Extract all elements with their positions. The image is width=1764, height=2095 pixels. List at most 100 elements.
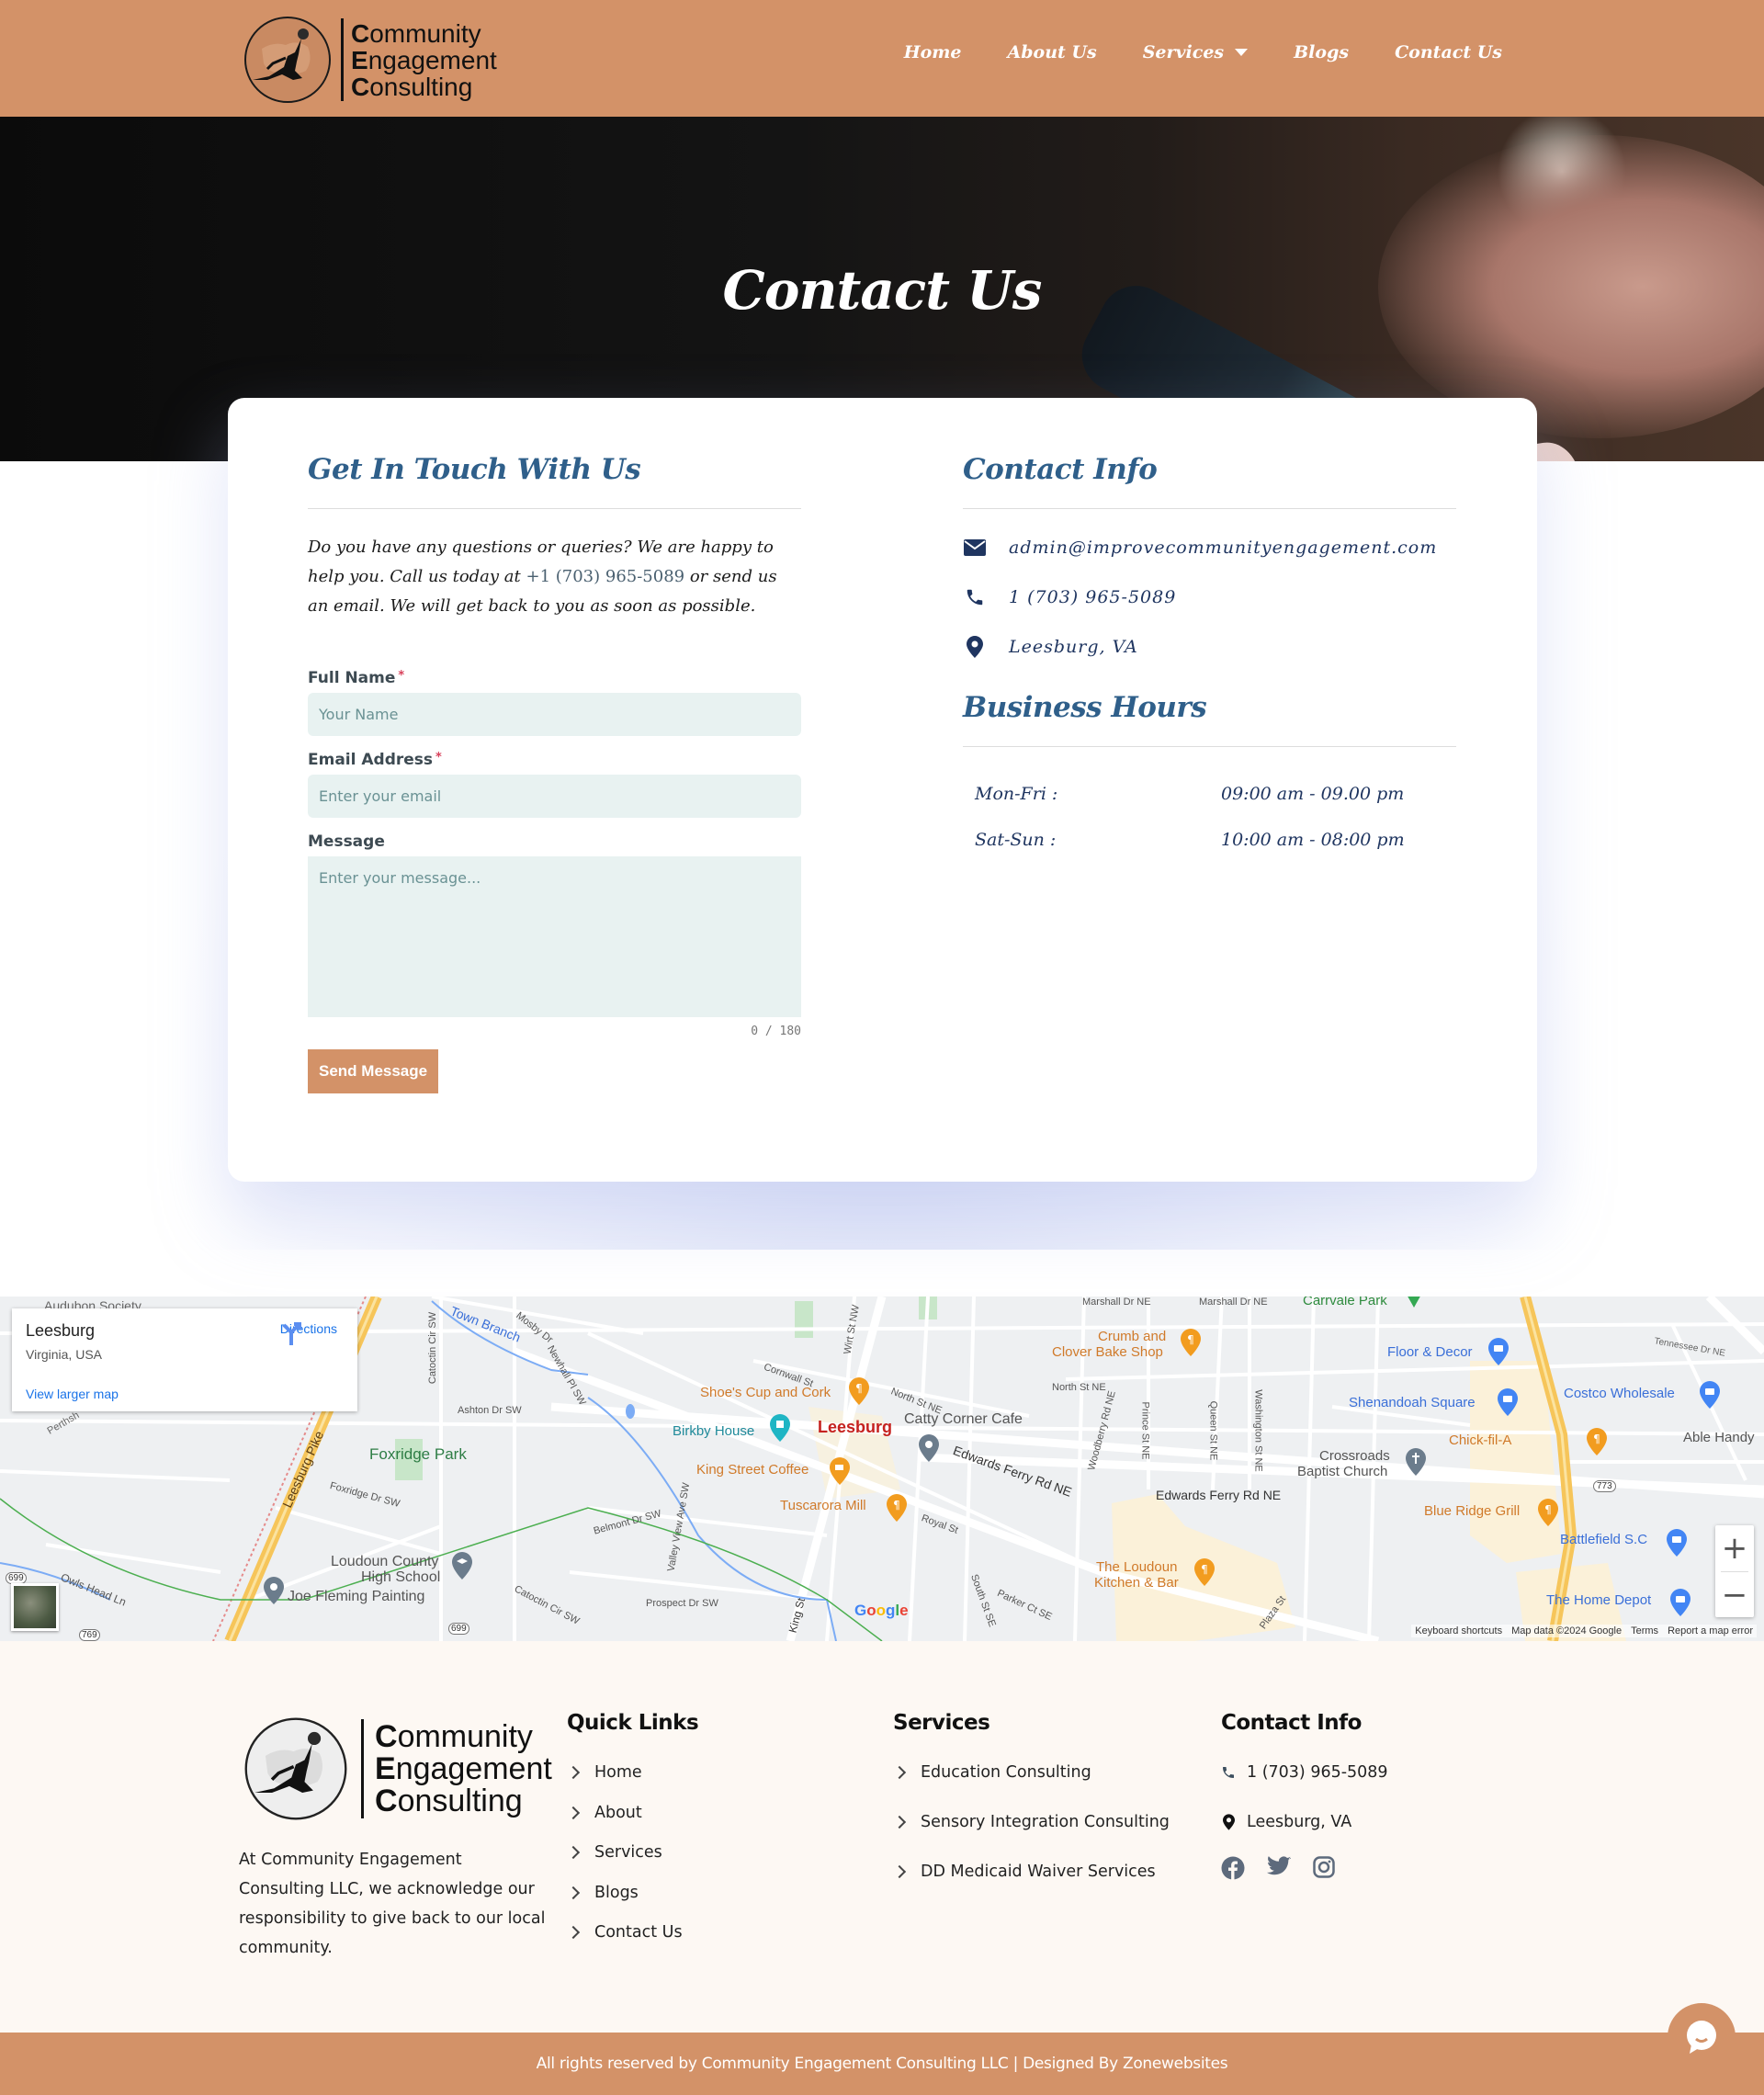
chat-bubble-icon [1687,2021,1716,2054]
footer-link-contact-us[interactable]: Contact Us [566,1922,698,1942]
facebook-icon[interactable] [1221,1856,1245,1884]
contact-form: Full Name* Email Address* Message 0 / 18… [308,669,801,1093]
chevron-right-icon [892,1864,907,1879]
map-poi[interactable]: Crossroads [1319,1448,1390,1464]
map-poi[interactable]: Clover Bake Shop [1052,1344,1163,1360]
map-place-title: Leesburg [26,1321,96,1340]
map-poi[interactable]: Able Handy [1683,1430,1755,1445]
map-label: Catoctin Cir SW [427,1311,439,1385]
footer-link-blogs[interactable]: Blogs [566,1883,698,1903]
map-poi[interactable]: Floor & Decor [1387,1344,1473,1360]
hours-time: 09:00 am - 09.00 pm [1221,784,1405,804]
footer-phone-text: 1 (703) 965-5089 [1247,1763,1388,1782]
map-poi[interactable]: Birkby House [673,1423,754,1439]
map-poi[interactable]: The Loudoun [1096,1559,1177,1575]
map-poi[interactable]: Chick-fil-A [1449,1433,1511,1448]
link-label: About [594,1803,642,1822]
map-poi[interactable]: Shoe's Cup and Cork [700,1385,831,1400]
map-poi[interactable]: Crumb and [1098,1329,1166,1344]
footer-service-link[interactable]: Sensory Integration Consulting [892,1812,1170,1832]
shopping-pin-icon[interactable] [1667,1529,1687,1557]
map-label: Washington St NE [1252,1389,1264,1472]
directions-button[interactable]: Directions [280,1321,337,1345]
restaurant-pin-icon[interactable]: ¶ [1194,1558,1215,1586]
footer-link-about[interactable]: About [566,1803,698,1823]
copyright-bar: All rights reserved by Community Engagem… [0,2033,1764,2095]
instagram-icon[interactable] [1313,1856,1335,1884]
map-attribution: Keyboard shortcuts Map data ©2024 Google… [1411,1625,1757,1637]
link-label: Sensory Integration Consulting [921,1813,1170,1831]
terms-link[interactable]: Terms [1631,1625,1658,1636]
map-poi[interactable]: Blue Ridge Grill [1424,1503,1520,1519]
services-list: Education Consulting Sensory Integration… [892,1762,1170,1882]
church-pin-icon[interactable] [1406,1448,1426,1476]
map-poi[interactable]: Carrvale Park [1303,1297,1387,1308]
restaurant-pin-icon[interactable]: ¶ [887,1494,907,1522]
keyboard-shortcuts-link[interactable]: Keyboard shortcuts [1415,1625,1502,1636]
footer-link-services[interactable]: Services [566,1842,698,1863]
footer-service-link[interactable]: Education Consulting [892,1762,1170,1783]
map-data-credit: Map data ©2024 Google [1511,1625,1623,1636]
shopping-pin-icon[interactable] [1488,1338,1509,1365]
map-poi[interactable]: Costco Wholesale [1564,1386,1675,1401]
site-header: Community Engagement Consulting Home Abo… [0,0,1764,117]
map-poi[interactable]: The Home Depot [1546,1592,1651,1608]
contact-info-section: Contact Info admin@improvecommunityengag… [963,453,1456,863]
shopping-pin-icon[interactable] [1498,1388,1518,1416]
location-pin-icon[interactable] [919,1434,939,1462]
restaurant-pin-icon[interactable]: ¶ [1587,1428,1607,1455]
full-name-input[interactable] [308,693,801,736]
nav-services[interactable]: Services [1143,42,1249,62]
map-poi[interactable]: Battlefield S.C [1560,1532,1647,1547]
email-input[interactable] [308,775,801,818]
site-logo[interactable]: Community Engagement Consulting [242,14,497,106]
map-poi[interactable]: Catty Corner Cafe [904,1411,1023,1428]
map-poi[interactable]: Baptist Church [1297,1464,1387,1479]
label-text: Email Address [308,751,434,769]
route-shield: 699 [448,1623,469,1635]
nav-home[interactable]: Home [904,42,962,62]
chevron-right-icon [566,1886,581,1899]
footer-link-home[interactable]: Home [566,1762,698,1783]
footer-logo[interactable]: Community Engagement Consulting [242,1715,552,1823]
embedded-google-map[interactable]: Audubon Society Town Branch Mosby Dr Cat… [0,1297,1764,1641]
map-poi[interactable]: Tuscarora Mill [780,1498,866,1513]
send-message-button[interactable]: Send Message [308,1049,439,1093]
shopping-pin-icon[interactable] [1700,1381,1720,1409]
chat-widget-button[interactable] [1668,2003,1736,2071]
nav-blogs[interactable]: Blogs [1294,42,1349,62]
map-poi[interactable]: King Street Coffee [696,1462,808,1478]
nav-about-us[interactable]: About Us [1008,42,1097,62]
zoom-out-button[interactable]: − [1715,1572,1754,1618]
contact-email-link[interactable]: admin@improvecommunityengagement.com [1009,538,1437,558]
satellite-toggle[interactable] [11,1583,59,1631]
restaurant-pin-icon[interactable]: ¶ [849,1377,869,1405]
restaurant-pin-icon[interactable]: ¶ [1181,1329,1201,1356]
footer-service-link[interactable]: DD Medicaid Waiver Services [892,1862,1170,1882]
copyright-text: All rights reserved by Community Engagem… [536,2055,1228,2073]
zoom-in-button[interactable]: + [1715,1525,1754,1571]
restaurant-pin-icon[interactable]: ¶ [1538,1499,1558,1526]
contact-phone-link[interactable]: 1 (703) 965-5089 [1009,587,1176,607]
view-larger-map-link[interactable]: View larger map [26,1387,119,1401]
landmark-pin-icon[interactable] [770,1414,790,1442]
intro-phone-link[interactable]: +1 (703) 965-5089 [526,567,684,586]
school-pin-icon[interactable] [452,1552,472,1580]
report-map-error-link[interactable]: Report a map error [1668,1625,1753,1636]
hours-days: Mon-Fri : [975,784,1058,804]
link-label: Home [594,1763,642,1782]
park-pin-icon[interactable] [1406,1297,1422,1309]
logo-line: Engagement [375,1750,552,1786]
twitter-icon[interactable] [1267,1856,1291,1884]
chevron-right-icon [566,1845,581,1860]
location-pin-icon[interactable] [264,1577,284,1604]
required-asterisk: * [435,751,442,764]
nav-contact-us[interactable]: Contact Us [1395,42,1502,62]
map-poi[interactable]: Shenandoah Square [1349,1395,1476,1410]
cafe-pin-icon[interactable] [830,1457,850,1485]
message-textarea[interactable] [308,856,801,1017]
contact-info-list: admin@improvecommunityengagement.com 1 (… [963,535,1456,660]
map-poi[interactable]: Kitchen & Bar [1094,1575,1179,1591]
shopping-pin-icon[interactable] [1670,1589,1690,1616]
footer-phone-link[interactable]: 1 (703) 965-5089 [1221,1762,1388,1783]
